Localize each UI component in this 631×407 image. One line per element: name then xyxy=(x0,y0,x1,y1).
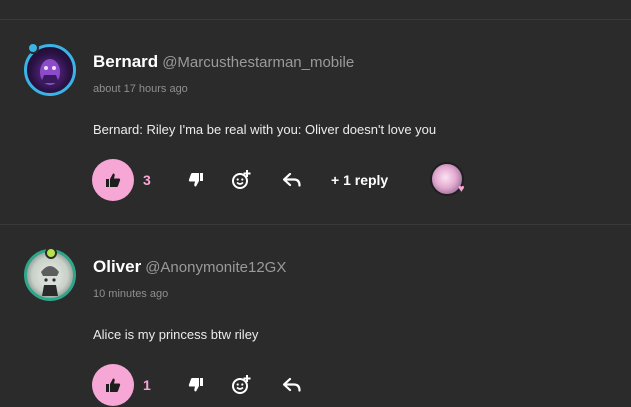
avatar-badge xyxy=(45,247,57,259)
like-button[interactable] xyxy=(92,364,134,406)
add-reaction-button[interactable] xyxy=(230,169,252,191)
add-emoji-icon xyxy=(232,170,251,189)
thumbs-down-icon xyxy=(188,173,203,187)
comment-timestamp: about 17 hours ago xyxy=(93,83,188,95)
add-emoji-icon xyxy=(232,375,251,394)
avatar-badge xyxy=(27,42,39,54)
dislike-button[interactable] xyxy=(185,169,207,191)
view-replies-link[interactable]: + 1 reply xyxy=(331,172,388,188)
like-button[interactable] xyxy=(92,159,134,201)
divider xyxy=(0,224,631,225)
author-handle[interactable]: @Anonymonite12GX xyxy=(145,259,286,276)
comment-actions: 1 xyxy=(92,364,612,406)
author-handle[interactable]: @Marcusthestarman_mobile xyxy=(162,54,354,71)
comment-timestamp: 10 minutes ago xyxy=(93,288,169,300)
reply-arrow-icon xyxy=(283,377,301,392)
heart-icon: ♥ xyxy=(458,183,465,195)
divider xyxy=(0,19,631,20)
reply-arrow-icon xyxy=(283,172,301,187)
thumbs-up-icon xyxy=(106,378,121,392)
comment-author[interactable]: Bernard @Marcusthestarman_mobile xyxy=(93,52,354,72)
thumbs-up-icon xyxy=(106,173,121,187)
comment-author[interactable]: Oliver @Anonymonite12GX xyxy=(93,257,286,277)
add-reaction-button[interactable] xyxy=(230,374,252,396)
reply-button[interactable] xyxy=(281,169,303,191)
like-count: 1 xyxy=(143,377,151,393)
reply-button[interactable] xyxy=(281,374,303,396)
dislike-button[interactable] xyxy=(185,374,207,396)
comment-actions: 3 + 1 reply ♥ xyxy=(92,159,612,201)
like-count: 3 xyxy=(143,172,151,188)
thumbs-down-icon xyxy=(188,378,203,392)
comment-text: Bernard: Riley I'ma be real with you: Ol… xyxy=(93,122,437,137)
author-name[interactable]: Bernard xyxy=(93,52,158,71)
comment-text: Alice is my princess btw riley xyxy=(93,327,259,342)
author-name[interactable]: Oliver xyxy=(93,257,141,276)
